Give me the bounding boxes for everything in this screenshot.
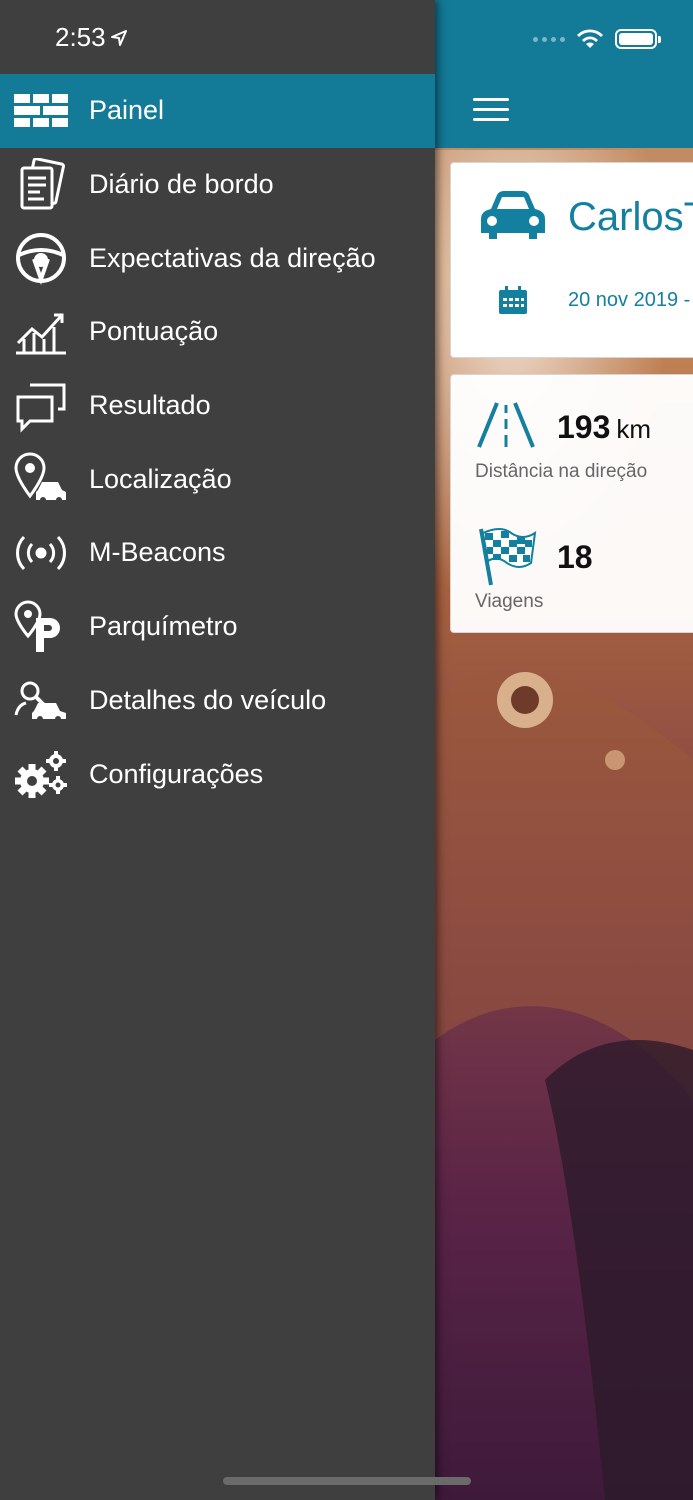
hamburger-menu-icon[interactable] [473, 98, 509, 124]
menu-label: Localização [89, 463, 232, 494]
dashboard-icon [14, 84, 68, 138]
menu-label: Parquímetro [89, 611, 238, 642]
navigation-drawer: 2:53 Painel Diário de bordo Expectativas… [0, 0, 435, 1500]
menu-item-m-beacons[interactable]: M-Beacons [0, 516, 435, 590]
settings-gears-icon [14, 747, 68, 801]
menu-item-configuracoes[interactable]: Configurações [0, 737, 435, 811]
menu-label: Resultado [89, 390, 211, 421]
menu-label: Diário de bordo [89, 169, 274, 200]
distance-label: Distância na direção [475, 461, 648, 482]
date-range: 20 nov 2019 - [568, 289, 691, 311]
trips-value: 18 [557, 539, 593, 575]
calendar-icon [499, 286, 527, 314]
user-name: CarlosT [568, 195, 693, 239]
battery-icon [615, 29, 661, 49]
parking-icon [14, 600, 68, 654]
menu-label: Painel [89, 95, 165, 126]
checkered-flag-icon [479, 528, 537, 586]
home-indicator[interactable] [223, 1477, 471, 1485]
dashboard-screen: CarlosT 20 nov 2019 - 193km Distância na… [435, 0, 693, 1500]
menu-item-detalhes-do-veiculo[interactable]: Detalhes do veículo [0, 664, 435, 738]
score-chart-icon [14, 305, 68, 359]
vehicle-details-icon [14, 673, 68, 727]
signal-icon [533, 36, 565, 42]
road-icon [477, 402, 535, 448]
menu-label: Pontuação [89, 316, 219, 347]
steering-wheel-icon [14, 231, 68, 286]
menu-item-resultado[interactable]: Resultado [0, 369, 435, 443]
logbook-icon [14, 157, 68, 212]
app-header [435, 0, 693, 148]
beacon-icon [14, 526, 68, 580]
distance-number: 193 [557, 409, 611, 445]
menu-item-diario-de-bordo[interactable]: Diário de bordo [0, 148, 435, 222]
wifi-icon [577, 29, 603, 48]
menu-label: Detalhes do veículo [89, 684, 327, 715]
menu-item-localizacao[interactable]: Localização [0, 442, 435, 516]
drawer-menu: Painel Diário de bordo Expectativas da d… [0, 74, 435, 811]
menu-label: Configurações [89, 758, 264, 789]
user-card[interactable]: CarlosT 20 nov 2019 - [450, 162, 693, 358]
menu-item-pontuacao[interactable]: Pontuação [0, 295, 435, 369]
location-arrow-icon [110, 29, 127, 46]
car-icon [481, 191, 545, 239]
status-time: 2:53 [55, 22, 128, 53]
clock-text: 2:53 [55, 22, 106, 52]
menu-item-parquimetro[interactable]: Parquímetro [0, 590, 435, 664]
result-chat-icon [14, 379, 68, 433]
stats-card: 193 km Distância na direção 18 Viagens [450, 374, 693, 633]
location-car-icon [14, 452, 68, 506]
status-bar-right [533, 24, 661, 54]
menu-item-expectativas-da-direcao[interactable]: Expectativas da direção [0, 221, 435, 295]
trips-label: Viagens [475, 591, 544, 612]
menu-item-painel[interactable]: Painel [0, 74, 435, 148]
distance-unit: km [616, 414, 652, 444]
menu-label: M-Beacons [89, 537, 226, 568]
menu-label: Expectativas da direção [89, 242, 376, 273]
distance-value: 193 km [557, 409, 651, 446]
